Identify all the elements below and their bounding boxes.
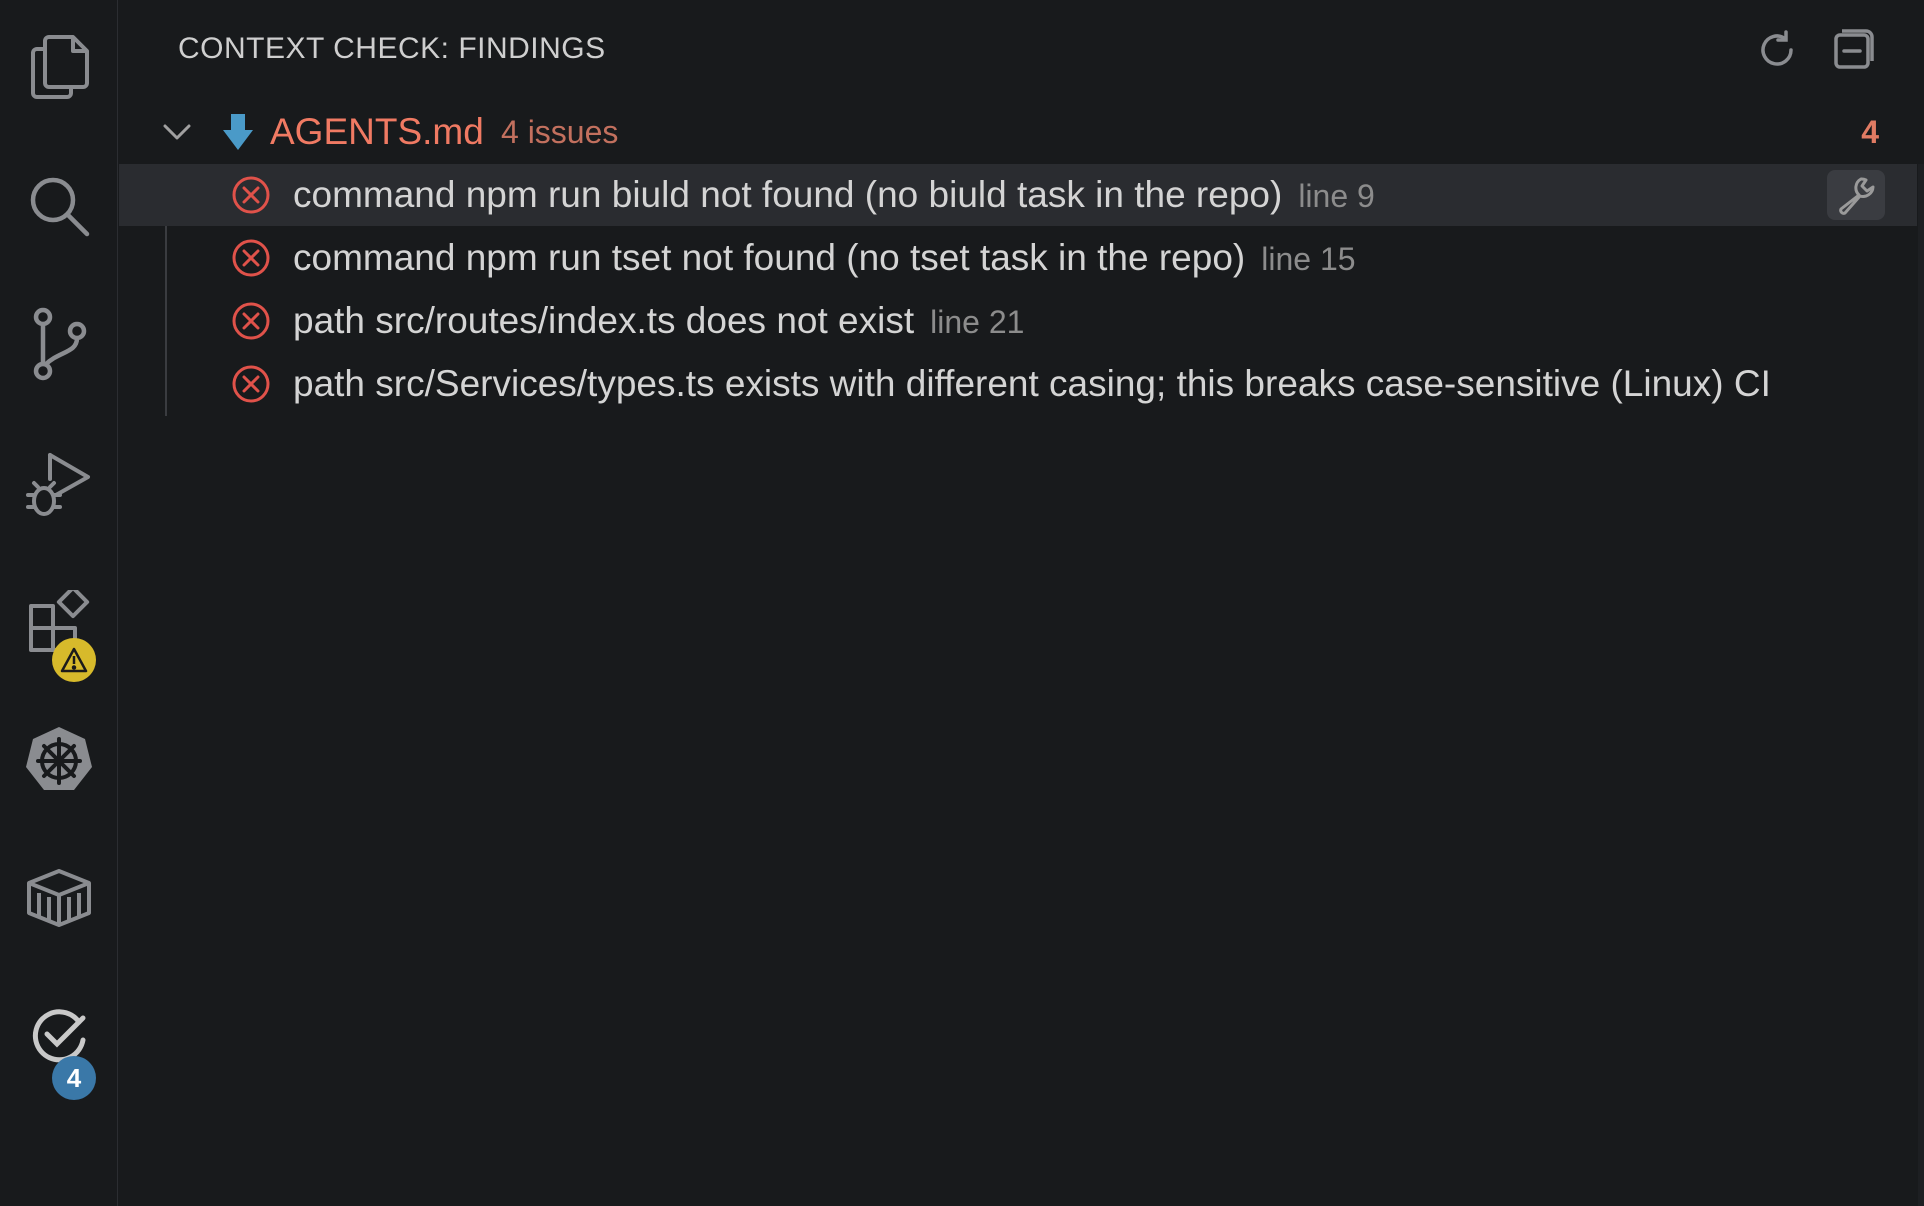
issue-line-number: line 9 — [1298, 178, 1375, 214]
issue-message-text: path src/routes/index.ts does not exist — [293, 300, 915, 341]
run-debug-icon — [26, 453, 90, 516]
issue-message-text: command npm run tset not found (no tset … — [293, 237, 1246, 278]
activity-bar: 4 — [0, 0, 118, 1206]
activity-source-control[interactable] — [0, 284, 118, 404]
collapse-all-icon — [1834, 29, 1874, 69]
panel-header: CONTEXT CHECK: FINDINGS — [119, 0, 1924, 100]
error-icon — [232, 239, 270, 277]
issue-message: path src/Services/types.ts exists with d… — [293, 353, 1924, 415]
issue-message: command npm run biuld not found (no biul… — [293, 164, 1375, 227]
error-icon — [232, 176, 270, 214]
warning-badge — [52, 638, 96, 682]
issue-message-text: path src/Services/types.ts exists with d… — [293, 363, 1771, 404]
activity-extensions[interactable] — [0, 562, 118, 682]
app-window: 4 CONTEXT CHECK: FINDINGS AGENTS.md 4 is… — [0, 0, 1924, 1206]
activity-context-check[interactable]: 4 — [0, 976, 118, 1100]
issue-summary: 4 issues — [501, 114, 619, 150]
refresh-icon — [1761, 30, 1793, 66]
source-control-icon — [33, 307, 87, 381]
chevron-down-icon[interactable] — [159, 114, 195, 150]
findings-panel: CONTEXT CHECK: FINDINGS AGENTS.md 4 issu… — [119, 0, 1924, 1206]
refresh-button[interactable] — [1753, 26, 1801, 74]
activity-kubernetes[interactable] — [0, 700, 118, 820]
file-issue-count: 4 — [1861, 114, 1879, 150]
error-icon — [232, 365, 270, 403]
quick-fix-button[interactable] — [1827, 170, 1885, 220]
activity-containers[interactable] — [0, 838, 118, 958]
issue-row[interactable]: command npm run biuld not found (no biul… — [119, 164, 1917, 226]
markdown-file-icon — [223, 114, 253, 150]
issue-message-text: command npm run biuld not found (no biul… — [293, 174, 1283, 215]
activity-explorer[interactable] — [0, 6, 118, 126]
kubernetes-icon — [26, 727, 92, 790]
panel-title: CONTEXT CHECK: FINDINGS — [178, 32, 606, 65]
container-icon — [27, 869, 91, 927]
files-icon — [31, 35, 89, 99]
activity-run-debug[interactable] — [0, 424, 118, 544]
issue-message: command npm run tset not found (no tset … — [293, 227, 1356, 290]
collapse-all-button[interactable] — [1829, 26, 1877, 74]
activity-search[interactable] — [0, 146, 118, 266]
file-tree-item-agents-md[interactable]: AGENTS.md 4 issues 4 — [119, 108, 1924, 156]
issue-line-number: line 21 — [930, 304, 1025, 340]
panel-scroll-edge — [1918, 164, 1924, 1206]
warning-icon — [60, 647, 88, 673]
search-icon — [30, 177, 90, 237]
issue-row[interactable]: path src/routes/index.ts does not exist l… — [119, 290, 1917, 352]
file-name: AGENTS.md — [270, 111, 484, 152]
findings-count-badge: 4 — [52, 1056, 96, 1100]
error-icon — [232, 302, 270, 340]
wrench-icon — [1839, 177, 1875, 215]
issue-line-number: line 15 — [1261, 241, 1356, 277]
issue-row[interactable]: command npm run tset not found (no tset … — [119, 227, 1917, 289]
issue-row[interactable]: path src/Services/types.ts exists with d… — [119, 353, 1917, 415]
issue-message: path src/routes/index.ts does not exist l… — [293, 290, 1024, 353]
